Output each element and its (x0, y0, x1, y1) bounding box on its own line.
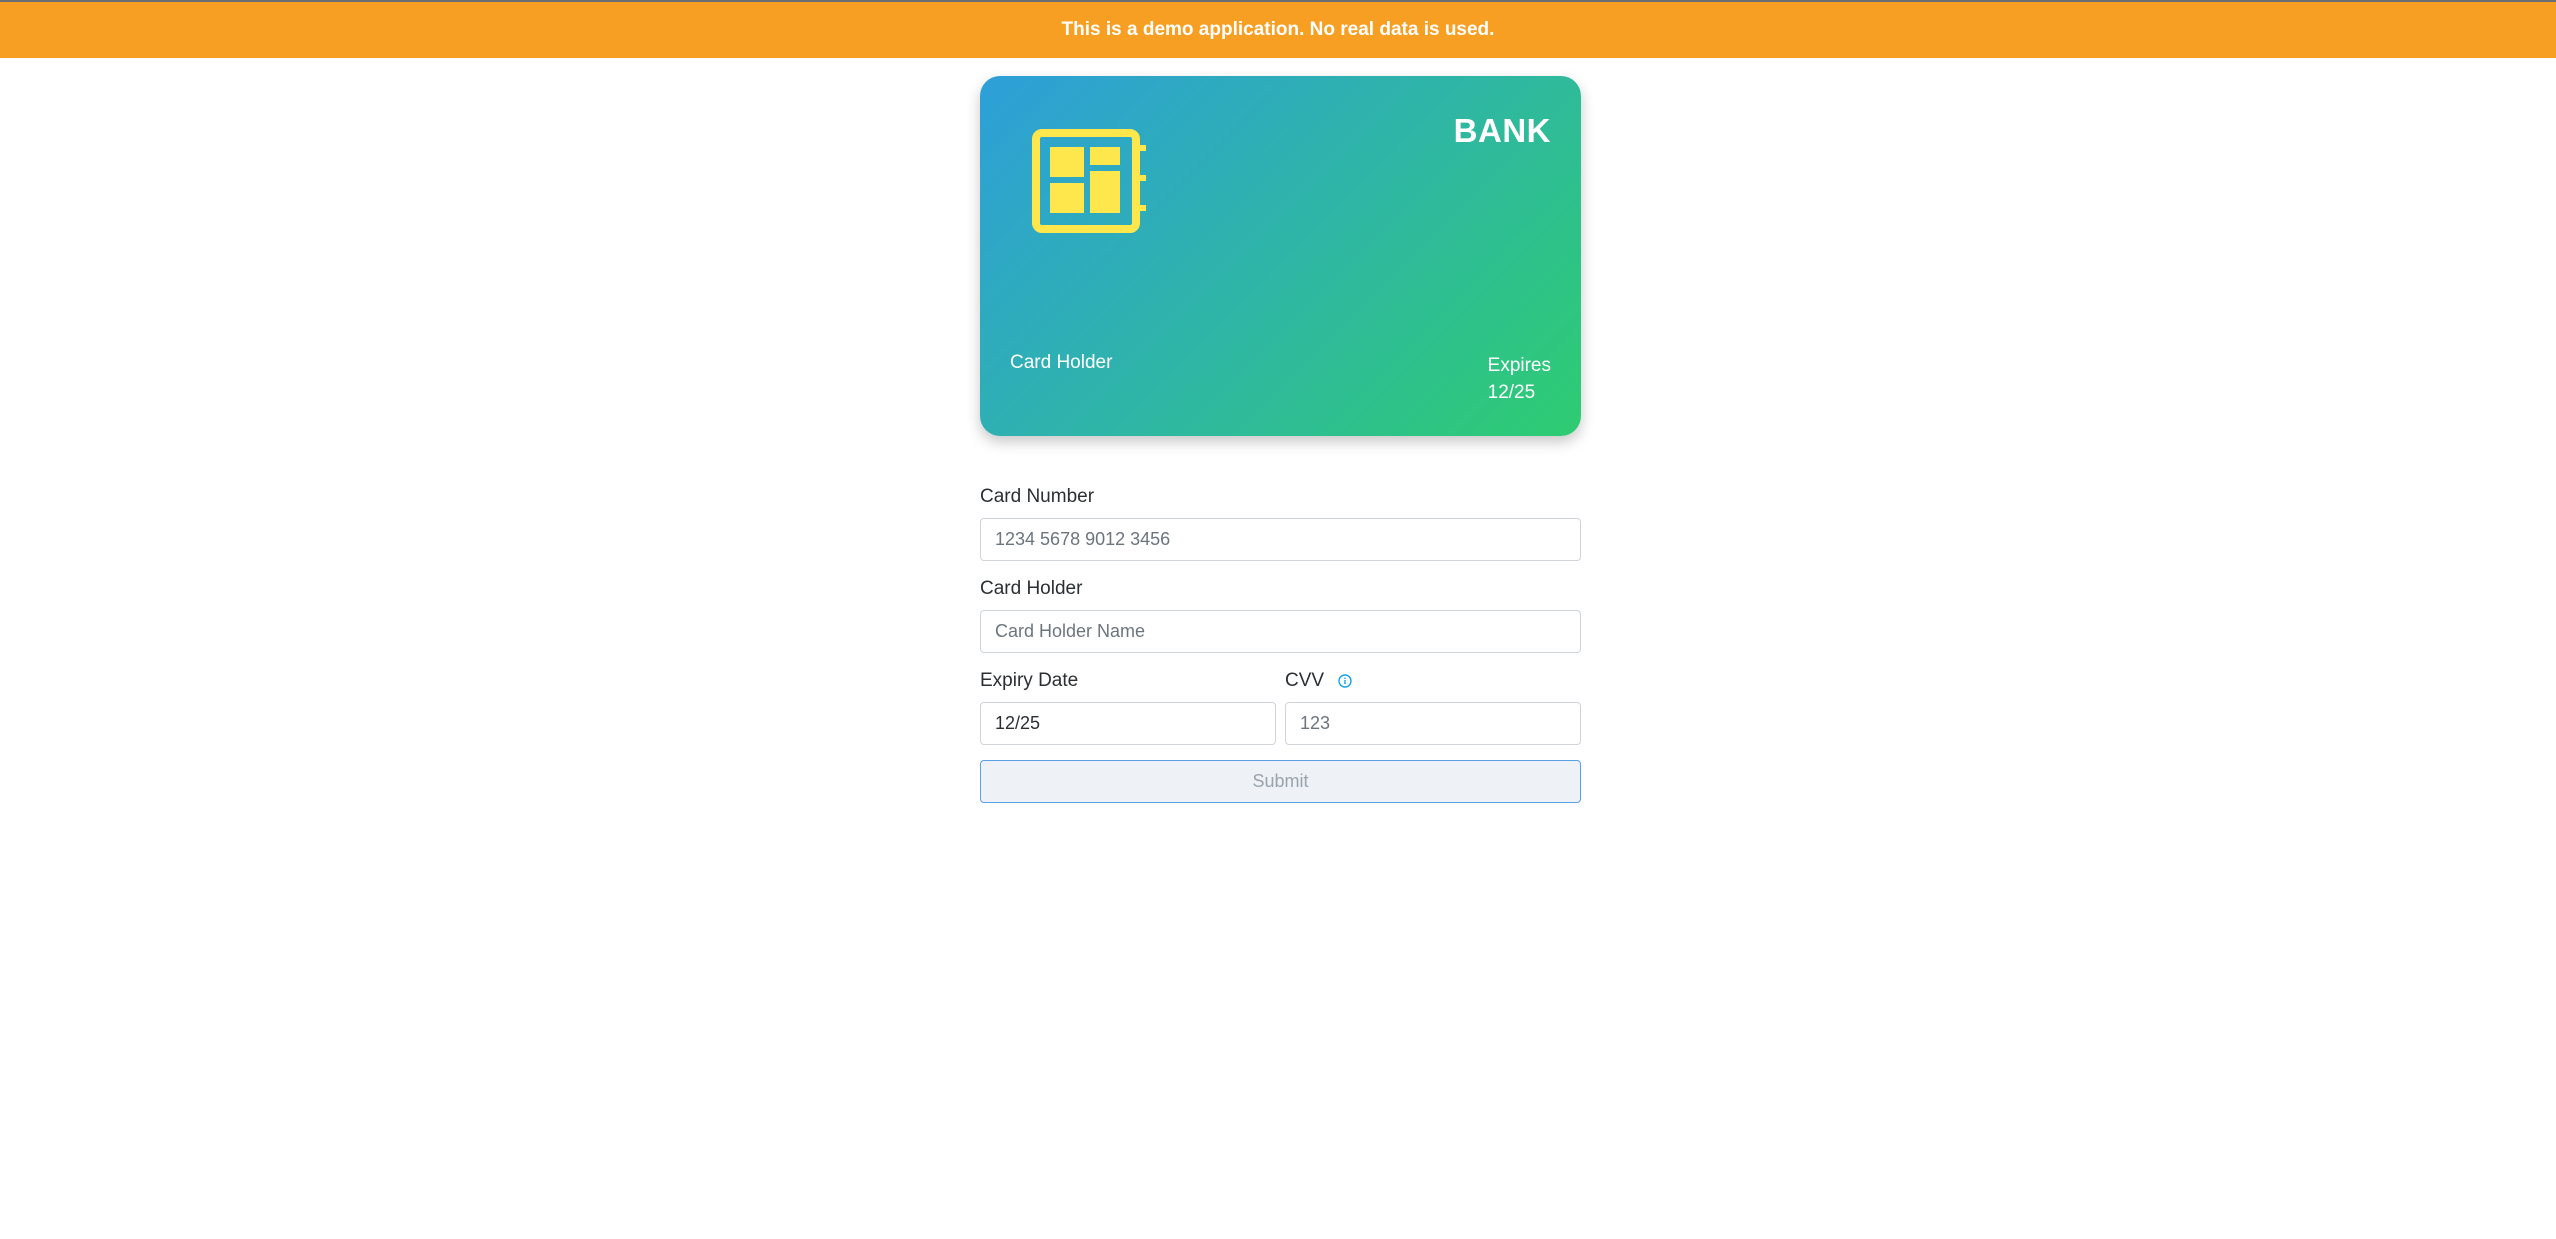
credit-card-preview: BANK Card Holder Expires 12/25 (980, 76, 1581, 436)
info-icon[interactable] (1338, 674, 1352, 688)
submit-button[interactable]: Submit (980, 760, 1581, 803)
card-holder-group: Card Holder (980, 576, 1581, 653)
card-holder-input[interactable] (980, 610, 1581, 653)
card-number-input[interactable] (980, 518, 1581, 561)
expiry-cvv-row: Expiry Date CVV (980, 668, 1581, 745)
card-holder-display: Card Holder (1010, 352, 1113, 373)
demo-banner-text: This is a demo application. No real data… (1061, 19, 1495, 40)
expiry-input[interactable] (980, 702, 1276, 745)
cvv-group: CVV (1285, 668, 1581, 745)
expiry-label: Expiry Date (980, 670, 1079, 691)
expires-value: 12/25 (1487, 382, 1536, 403)
expiry-group: Expiry Date (980, 668, 1276, 745)
cvv-label-row: CVV (1285, 668, 1581, 694)
cvv-input[interactable] (1285, 702, 1581, 745)
expiry-display: Expires 12/25 (1488, 352, 1551, 406)
card-number-group: Card Number (980, 484, 1581, 561)
card-holder-label: Card Holder (980, 578, 1083, 599)
demo-banner: This is a demo application. No real data… (0, 2, 2556, 58)
expires-label: Expires (1487, 355, 1551, 376)
payment-form: Card Number Card Holder Expiry Date CVV (980, 484, 1581, 803)
sim-chip-icon (1032, 129, 1146, 233)
cvv-label: CVV (1285, 670, 1325, 691)
card-number-label: Card Number (980, 486, 1095, 507)
payment-container: BANK Card Holder Expires 12/25 Card Numb… (980, 76, 1581, 803)
bank-name: BANK (1453, 112, 1551, 149)
